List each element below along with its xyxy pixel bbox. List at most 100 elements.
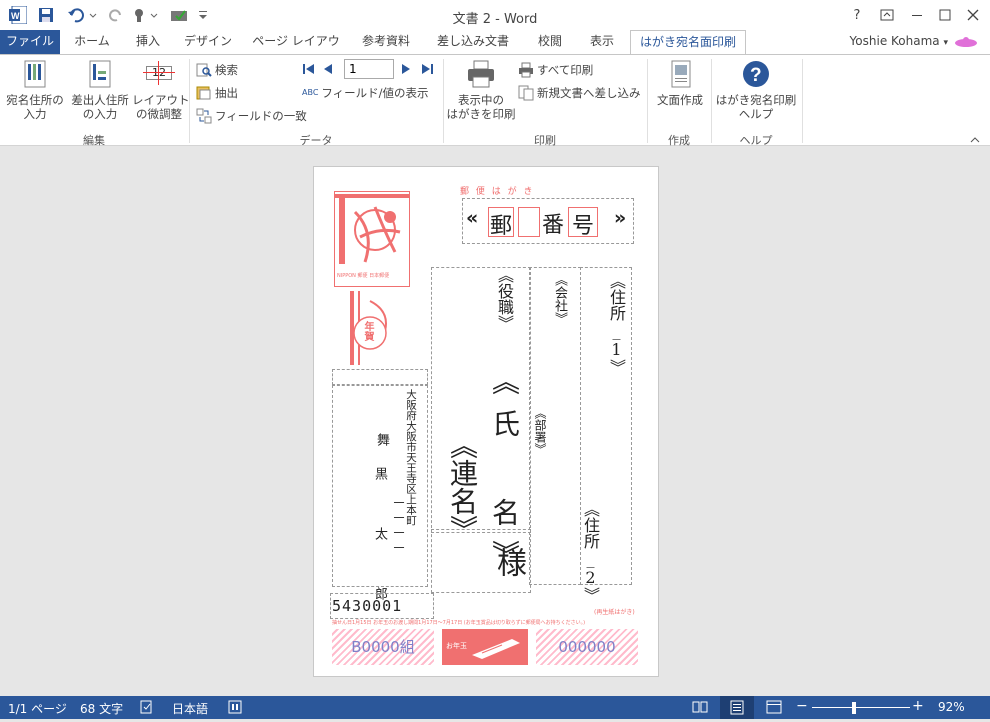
page-count[interactable]: 1/1 ページ [8,700,67,717]
help-icon: ? [740,59,772,89]
print-layout-icon[interactable] [720,696,754,719]
zoom-out-button[interactable]: − [796,698,808,714]
print-current-postcard-button[interactable]: 表示中の はがきを印刷 [446,59,516,121]
create-content-label: 文面作成 [657,93,703,107]
tab-review[interactable]: 校閲 [528,30,572,54]
postage-stamp: NIPPON 郵便 日本郵便 [334,191,410,287]
zip-char-4: 号 [568,207,598,239]
record-number-input[interactable] [344,59,394,79]
lottery-notice: 抽せん日1月15日 お年玉のお渡し期間1月17日〜7月17日 (お年玉賞品は切り… [332,620,586,626]
merge-new-document-button[interactable]: 新規文書へ差し込み [518,84,641,102]
honorific-sama: 様 [491,547,526,577]
tab-file[interactable]: ファイル [0,30,60,54]
company-field[interactable]: 《会社》 [550,273,569,325]
first-record-icon[interactable] [302,61,316,80]
help-button[interactable]: ? [845,4,869,26]
tab-view[interactable]: 表示 [582,30,622,54]
title-bar: W 文書 2 - Word ? [0,0,990,30]
next-record-icon[interactable] [400,61,412,80]
web-layout-icon[interactable] [766,700,782,717]
lottery-number: 000000 [536,629,638,665]
tab-insert[interactable]: 挿入 [126,30,170,54]
document-area[interactable]: 郵 便 は が き NIPPON 郵便 日本郵便 年賀 « 郵 番 号 » 《役… [0,146,990,696]
field-match-button[interactable]: フィールドの一致 [196,107,307,125]
postcard-page[interactable]: 郵 便 は が き NIPPON 郵便 日本郵便 年賀 « 郵 番 号 » 《役… [313,166,659,677]
stamp-flower-icon [335,194,409,264]
zip-char-1: 郵 [488,207,514,239]
zip-char-3: 番 [541,213,564,238]
ribbon-tabs: ファイル ホーム 挿入 デザイン ページ レイアウト 参考資料 差し込み文書 校… [0,30,990,71]
ribbon: 宛名住所の 入力 差出人住所 の入力 12 レイアウト の微調整 編集 検索 抽… [0,54,990,147]
postcard-header: 郵 便 は が き [460,187,535,197]
otoshidama-mark: お年玉 [442,629,528,665]
field-value-toggle-button[interactable]: ABC フィールド/値の表示 [302,84,429,102]
avatar[interactable] [954,36,978,51]
previous-record-icon[interactable] [322,61,334,80]
sender-name-first[interactable]: 舞 [372,433,391,446]
sender-zip[interactable]: 5430001 [332,597,402,615]
lottery-group: B0000組 [332,629,434,665]
title-field[interactable]: 《役職》 [492,267,516,331]
word-count[interactable]: 68 文字 [80,700,123,717]
layout-adjust-numbers: 12 [146,66,172,80]
search-label: 検索 [215,63,238,77]
tab-references[interactable]: 参考資料 [356,30,416,54]
nenga-text: 年賀 [362,321,373,341]
last-record-icon[interactable] [420,61,434,80]
zoom-in-button[interactable]: + [912,698,924,714]
tab-page-layout[interactable]: ページ レイアウト [250,30,342,71]
search-button[interactable]: 検索 [196,61,238,79]
read-mode-icon[interactable] [692,700,708,717]
sender-address[interactable]: 大阪府大阪市天王寺区上本町 [404,389,418,526]
sender-address-button[interactable]: 差出人住所 の入力 [68,59,132,121]
group-separator [443,59,444,143]
zoom-level[interactable]: 92% [938,700,965,714]
window-title: 文書 2 - Word [452,12,538,27]
print-all-icon [519,62,533,78]
extract-button[interactable]: 抽出 [196,84,238,102]
zip-char-open: « [466,207,479,229]
create-content-button[interactable]: 文面作成 [650,59,710,107]
tab-design[interactable]: デザイン [180,30,236,54]
tab-mailings[interactable]: 差し込み文書 [430,30,516,54]
sender-header-box[interactable] [332,369,428,385]
zoom-slider-handle[interactable] [852,702,856,714]
address-entry-label: 宛名住所の 入力 [6,93,64,121]
zip-char-close: » [614,207,627,229]
layout-adjust-button[interactable]: 12 レイアウト の微調整 [132,59,190,121]
user-dropdown-icon[interactable]: ▾ [943,38,948,48]
search-icon [196,63,212,77]
address-card-icon [19,59,51,89]
address2-field[interactable]: 《住所_2》 [578,501,602,603]
extract-label: 抽出 [215,86,238,100]
zoom-slider-track[interactable] [812,707,910,708]
postcard-help-button[interactable]: ? はがき宛名印刷 ヘルプ [712,59,800,121]
address1-field[interactable]: 《住所_1》 [604,273,628,375]
merge-new-document-label: 新規文書へ差し込み [537,86,641,100]
minimize-icon[interactable] [905,4,929,26]
address-entry-button[interactable]: 宛名住所の 入力 [4,59,66,121]
print-current-postcard-label: 表示中の はがきを印刷 [446,93,516,121]
merge-new-document-icon [518,85,534,101]
ribbon-display-options-icon[interactable] [875,4,899,26]
group-separator [647,59,648,143]
language[interactable]: 日本語 [172,700,208,717]
sender-card-icon [84,59,116,89]
layout-adjust-label: レイアウト の微調整 [132,93,190,121]
field-match-label: フィールドの一致 [215,109,307,123]
user-account[interactable]: Yoshie Kohama ▾ [850,34,948,48]
collapse-ribbon-icon[interactable] [970,133,980,147]
print-all-button[interactable]: すべて印刷 [518,61,593,79]
macro-icon[interactable] [228,700,242,717]
zip-code-field[interactable]: « 郵 番 号 » [466,207,630,241]
tab-home[interactable]: ホーム [66,30,118,54]
sender-address-number[interactable]: 一一一一 [390,497,406,557]
maximize-icon[interactable] [933,4,957,26]
joint-name-field[interactable]: 《連名》 [442,431,482,543]
close-icon[interactable] [961,4,985,26]
tab-postcard-address-print[interactable]: はがき宛名面印刷 [630,30,746,55]
proofing-icon[interactable] [140,700,154,717]
group-separator [802,59,803,143]
department-field[interactable]: 《部署》 [532,407,549,455]
document-create-icon [664,59,696,89]
